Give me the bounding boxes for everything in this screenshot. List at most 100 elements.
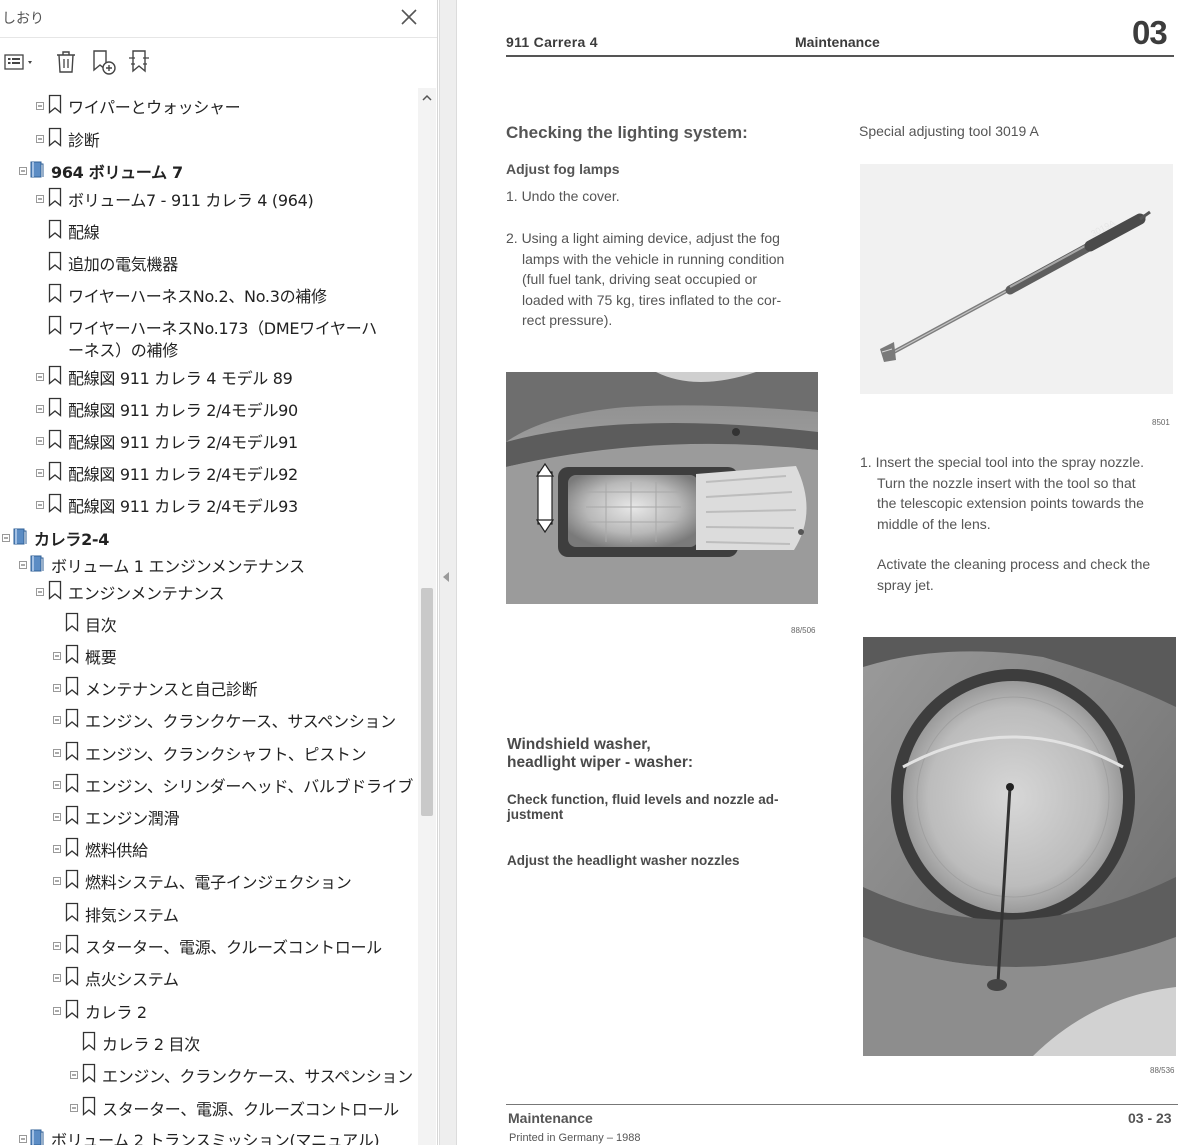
expand-toggle-icon[interactable] [19,1135,27,1143]
bookmark-item[interactable]: 配線図 911 カレラ 4 モデル 89 [0,362,418,392]
expand-toggle-icon[interactable] [36,195,44,203]
bookmark-item[interactable]: 配線図 911 カレラ 2/4モデル91 [0,426,418,456]
bookmark-label: ボリューム 1 エンジンメンテナンス [51,557,305,576]
expand-toggle-icon[interactable] [53,749,61,757]
expand-toggle-icon[interactable] [19,167,27,175]
bookmark-item[interactable]: エンジン潤滑 [0,802,418,832]
scroll-up-button[interactable] [418,92,436,110]
bookmark-label: ワイヤーハーネスNo.2、No.3の補修 [68,287,327,306]
bookmark-icon [48,127,62,147]
expand-toggle-icon[interactable] [2,534,10,542]
bookmark-icon [65,966,79,986]
bookmark-item[interactable]: ボリューム 2 トランスミッション(マニュアル) [0,1124,418,1145]
bookmark-icon [48,580,62,600]
expand-toggle-icon[interactable] [36,135,44,143]
bookmark-item[interactable]: 964 ボリューム 7 [0,156,418,186]
bookmark-item[interactable]: エンジンメンテナンス [0,577,418,607]
bookmark-item[interactable]: 配線図 911 カレラ 2/4モデル93 [0,490,418,520]
header-rule [506,55,1174,57]
expand-toggle-icon[interactable] [53,716,61,724]
bookmark-item[interactable]: 燃料供給 [0,834,418,864]
bookmark-item[interactable]: スターター、電源、クルーズコントロール [0,1093,418,1123]
bookmark-item[interactable]: カレラ2-4 [0,523,418,553]
expand-toggle-icon[interactable] [36,405,44,413]
washer-check-line: Check function, fluid levels and nozzle … [507,792,779,807]
step-1: 1. Undo the cover. [506,188,620,204]
bookmark-item[interactable]: エンジン、クランクケース、サスペンション [0,705,418,735]
bookmark-icon [65,934,79,954]
new-bookmark-button[interactable] [88,46,118,78]
bookmark-item[interactable]: 排気システム [0,899,418,929]
bookmark-label: カレラ 2 [85,1003,147,1022]
book-icon [12,526,27,546]
bookmark-item[interactable]: 概要 [0,641,418,671]
bookmark-item[interactable]: ボリューム7 - 911 カレラ 4 (964) [0,184,418,214]
expand-toggle-icon[interactable] [36,102,44,110]
bookmark-item[interactable]: カレラ 2 [0,996,418,1026]
subheading-fog-lamps: Adjust fog lamps [506,161,620,177]
bookmark-item[interactable]: エンジン、クランクシャフト、ピストン [0,738,418,768]
collapse-arrow-icon[interactable] [443,572,449,582]
scroll-thumb[interactable] [421,588,433,816]
bookmark-item[interactable]: ワイヤーハーネスNo.173（DMEワイヤーハ ーネス）の補修 [0,312,418,360]
bookmark-item[interactable]: メンテナンスと自己診断 [0,673,418,703]
expand-toggle-icon[interactable] [36,437,44,445]
bookmark-item[interactable]: エンジン、シリンダーヘッド、バルブドライブ [0,770,418,800]
bookmark-icon [48,315,62,335]
expand-toggle-icon[interactable] [36,469,44,477]
bookmark-icon [65,902,79,922]
tool-caption: Special adjusting tool 3019 A [859,123,1039,139]
trash-icon [57,51,75,73]
bookmark-item[interactable]: エンジン、クランクケース、サスペンション [0,1060,418,1090]
expand-toggle-icon[interactable] [53,942,61,950]
panel-title: しおり [2,11,44,27]
expand-toggle-icon[interactable] [70,1071,78,1079]
bookmark-item[interactable]: 配線 [0,216,418,246]
expand-toggle-icon[interactable] [53,974,61,982]
bookmark-item[interactable]: カレラ 2 目次 [0,1028,418,1058]
options-menu-button[interactable] [2,46,38,78]
header-model: 911 Carrera 4 [506,34,598,50]
nozzle-step-line: middle of the lens. [877,515,991,532]
panel-splitter[interactable] [439,0,457,1145]
bookmark-item[interactable]: スターター、電源、クルーズコントロール [0,931,418,961]
figure-number: 88/506 [791,626,816,635]
expand-toggle-icon[interactable] [53,652,61,660]
bookmark-item[interactable]: 目次 [0,609,418,639]
expand-toggle-icon[interactable] [53,781,61,789]
bookmark-item[interactable]: ワイヤーハーネスNo.2、No.3の補修 [0,280,418,310]
bookmark-label: エンジン、クランクケース、サスペンション [85,712,396,731]
expand-toggle-icon[interactable] [53,845,61,853]
close-panel-button[interactable] [398,6,420,28]
expand-toggle-icon[interactable] [53,1007,61,1015]
bookmark-icon [82,1063,96,1083]
expand-toggle-icon[interactable] [70,1104,78,1112]
bookmark-label: 配線図 911 カレラ 2/4モデル90 [68,401,298,420]
bookmark-icon [65,612,79,632]
bookmark-item[interactable]: 配線図 911 カレラ 2/4モデル92 [0,458,418,488]
expand-toggle-icon[interactable] [36,588,44,596]
bookmark-item[interactable]: ワイパーとウォッシャー [0,91,418,121]
bookmark-icon [65,676,79,696]
expand-toggle-icon[interactable] [19,561,27,569]
washer-title-line: headlight wiper - washer: [507,754,694,771]
expand-bookmark-button[interactable] [124,46,154,78]
bookmark-item[interactable]: 診断 [0,124,418,154]
expand-toggle-icon[interactable] [53,813,61,821]
chevron-up-icon [422,94,432,101]
expand-toggle-icon[interactable] [36,501,44,509]
delete-bookmark-button[interactable] [52,46,80,78]
bookmark-item[interactable]: 追加の電気機器 [0,248,418,278]
header-section: Maintenance [795,34,880,50]
bookmark-item[interactable]: ボリューム 1 エンジンメンテナンス [0,550,418,580]
expand-toggle-icon[interactable] [53,877,61,885]
expand-toggle-icon[interactable] [53,684,61,692]
expand-toggle-icon[interactable] [36,373,44,381]
bookmark-item[interactable]: 点火システム [0,963,418,993]
bookmark-item[interactable]: 配線図 911 カレラ 2/4モデル90 [0,394,418,424]
bookmark-scrollbar[interactable] [418,88,436,1145]
bookmark-icon [48,283,62,303]
nozzle-step-1: 1. Insert the special tool into the spra… [860,452,1176,534]
bookmark-item[interactable]: 燃料システム、電子インジェクション [0,866,418,896]
panel-header: しおり [0,0,437,38]
